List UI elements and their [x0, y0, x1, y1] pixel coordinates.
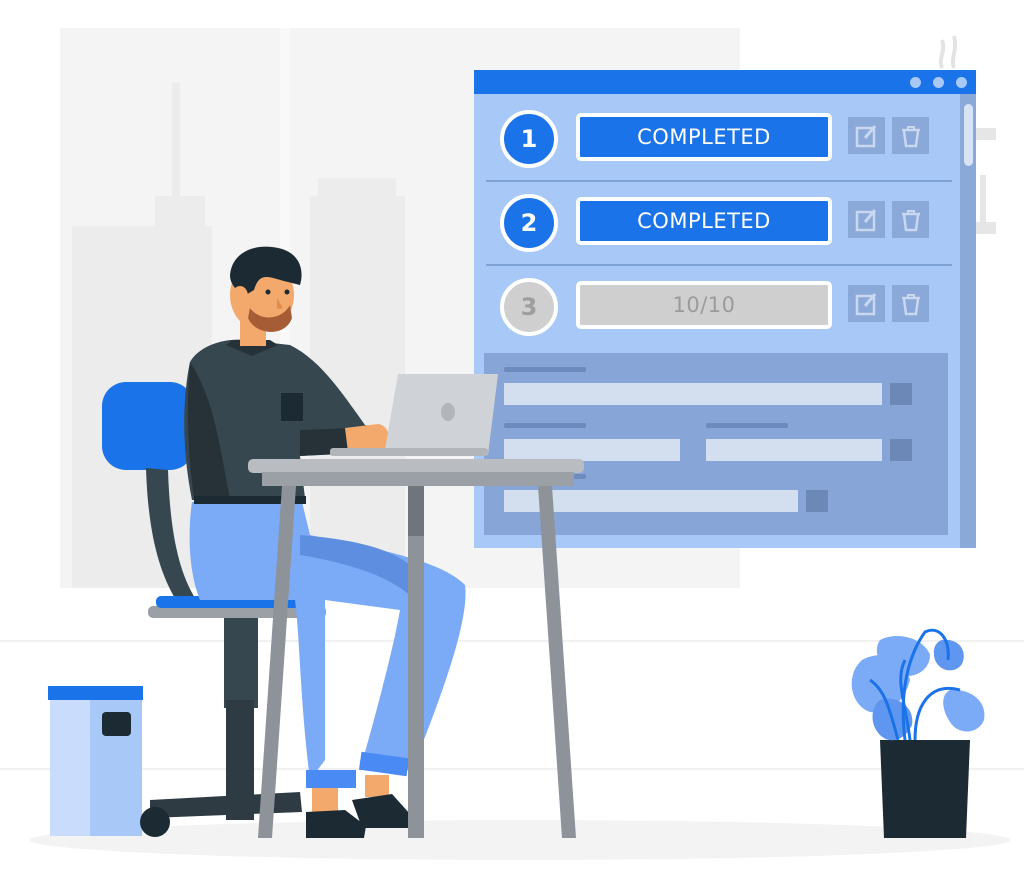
wastebasket — [48, 686, 143, 836]
potted-plant — [851, 628, 985, 838]
office-scene — [48, 246, 985, 838]
